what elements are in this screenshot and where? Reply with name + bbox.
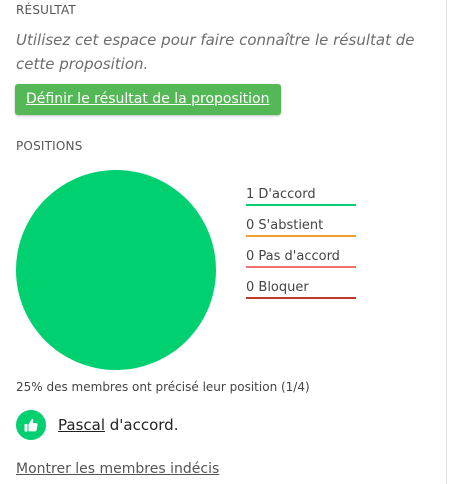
vote-text: Pascal d'accord.	[58, 416, 178, 434]
panel-border	[446, 0, 447, 484]
result-placeholder: Utilisez cet espace pour faire connaître…	[16, 31, 415, 73]
legend-label-disagree: 0 Pas d'accord	[246, 249, 340, 264]
vote-position-text: d'accord.	[105, 416, 179, 434]
positions-heading: POSITIONS	[16, 139, 83, 153]
positions-legend: 1 D'accord 0 S'abstient 0 Pas d'accord 0…	[246, 186, 356, 310]
legend-item-agree[interactable]: 1 D'accord	[246, 186, 356, 217]
vote-item: Pascal d'accord.	[16, 410, 178, 440]
positions-summary: 25% des membres ont précisé leur positio…	[16, 380, 310, 394]
legend-line-block	[246, 297, 356, 299]
positions-pie-chart	[16, 170, 216, 370]
legend-label-block: 0 Bloquer	[246, 280, 309, 295]
legend-line-agree	[246, 204, 356, 206]
legend-line-abstain	[246, 235, 356, 237]
legend-item-block[interactable]: 0 Bloquer	[246, 279, 356, 310]
legend-item-disagree[interactable]: 0 Pas d'accord	[246, 248, 356, 279]
thumbs-up-icon	[16, 410, 46, 440]
define-result-button[interactable]: Définir le résultat de la proposition	[15, 84, 282, 115]
legend-label-abstain: 0 S'abstient	[246, 218, 324, 233]
voter-name-link[interactable]: Pascal	[58, 416, 105, 434]
legend-label-agree: 1 D'accord	[246, 187, 316, 202]
legend-line-disagree	[246, 266, 356, 268]
result-heading: RÉSULTAT	[16, 3, 76, 17]
pie-slice-d-accord	[16, 170, 216, 370]
legend-item-abstain[interactable]: 0 S'abstient	[246, 217, 356, 248]
show-undecided-members-link[interactable]: Montrer les membres indécis	[16, 461, 219, 477]
